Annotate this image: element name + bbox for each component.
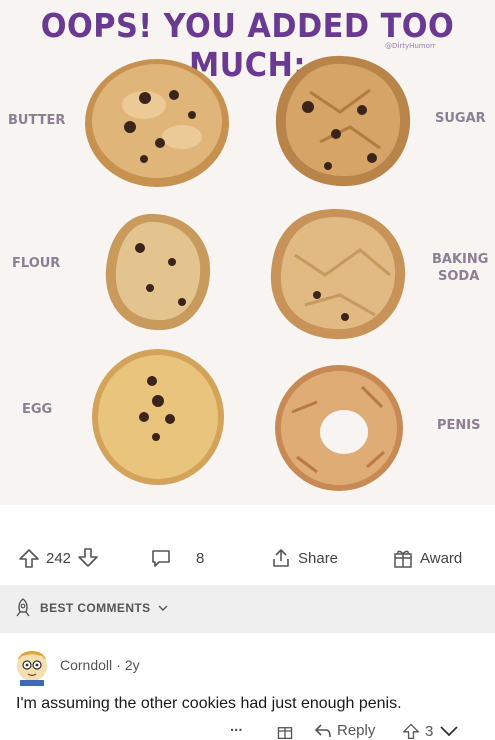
cookie-sugar	[275, 55, 411, 187]
share-icon	[273, 549, 289, 567]
comment-actions: ... Reply 3	[0, 718, 495, 740]
comment-vote-group: 3	[402, 722, 460, 740]
reply-label: Reply	[337, 722, 376, 739]
more-options-button[interactable]: ...	[230, 718, 243, 735]
sort-label: BEST COMMENTS	[40, 601, 151, 615]
chevron-down-icon[interactable]	[438, 722, 460, 740]
avatar[interactable]	[14, 644, 50, 686]
label-baking-soda: BAKING SODA	[432, 251, 488, 285]
comments-count: 8	[196, 549, 205, 567]
reply-icon	[314, 723, 331, 737]
award-label: Award	[420, 549, 463, 567]
upvote-icon[interactable]	[402, 722, 420, 740]
label-baking-soda-line1: BAKING	[432, 252, 489, 267]
sort-comments-button[interactable]: BEST COMMENTS	[12, 597, 169, 619]
comment-meta: Corndoll · 2y	[60, 657, 140, 673]
post-action-bar: 242 8 Share Award	[0, 535, 495, 585]
gift-icon	[277, 727, 293, 740]
cookie-butter	[85, 59, 229, 187]
meta-separator: ·	[116, 657, 121, 673]
post-image[interactable]: OOPS! YOU ADDED TOO MUCH: @DirtyHumorr B…	[0, 0, 495, 505]
comment-award-button[interactable]	[276, 722, 294, 740]
cookie-flour	[105, 213, 211, 331]
cookie-penis	[275, 365, 403, 491]
gift-icon	[394, 550, 412, 568]
image-credit: @DirtyHumorr	[385, 42, 436, 50]
label-flour: FLOUR	[12, 256, 61, 271]
cookie-egg	[92, 349, 224, 485]
label-butter: BUTTER	[8, 113, 66, 128]
comment-icon	[152, 550, 170, 567]
upvote-icon[interactable]	[18, 547, 40, 569]
label-penis: PENIS	[437, 418, 481, 433]
rocket-icon	[16, 598, 30, 617]
cookie-baking-soda	[270, 209, 406, 340]
vote-group: 242	[18, 547, 99, 569]
comment-age: 2y	[124, 657, 140, 673]
downvote-icon[interactable]	[77, 547, 99, 569]
comment-vote-count: 3	[425, 722, 434, 740]
comment-author[interactable]: Corndoll	[60, 657, 112, 673]
upvote-count: 242	[46, 549, 72, 567]
chevron-down-icon	[158, 605, 168, 611]
comment-text: I'm assuming the other cookies had just …	[16, 695, 402, 712]
reply-button[interactable]: Reply	[314, 722, 375, 739]
comments-button[interactable]: 8	[150, 547, 204, 569]
label-sugar: SUGAR	[435, 111, 486, 126]
share-button[interactable]: Share	[270, 547, 338, 569]
label-egg: EGG	[22, 402, 53, 417]
award-button[interactable]: Award	[392, 547, 462, 569]
share-label: Share	[298, 549, 339, 567]
label-baking-soda-line2: SODA	[438, 269, 480, 284]
